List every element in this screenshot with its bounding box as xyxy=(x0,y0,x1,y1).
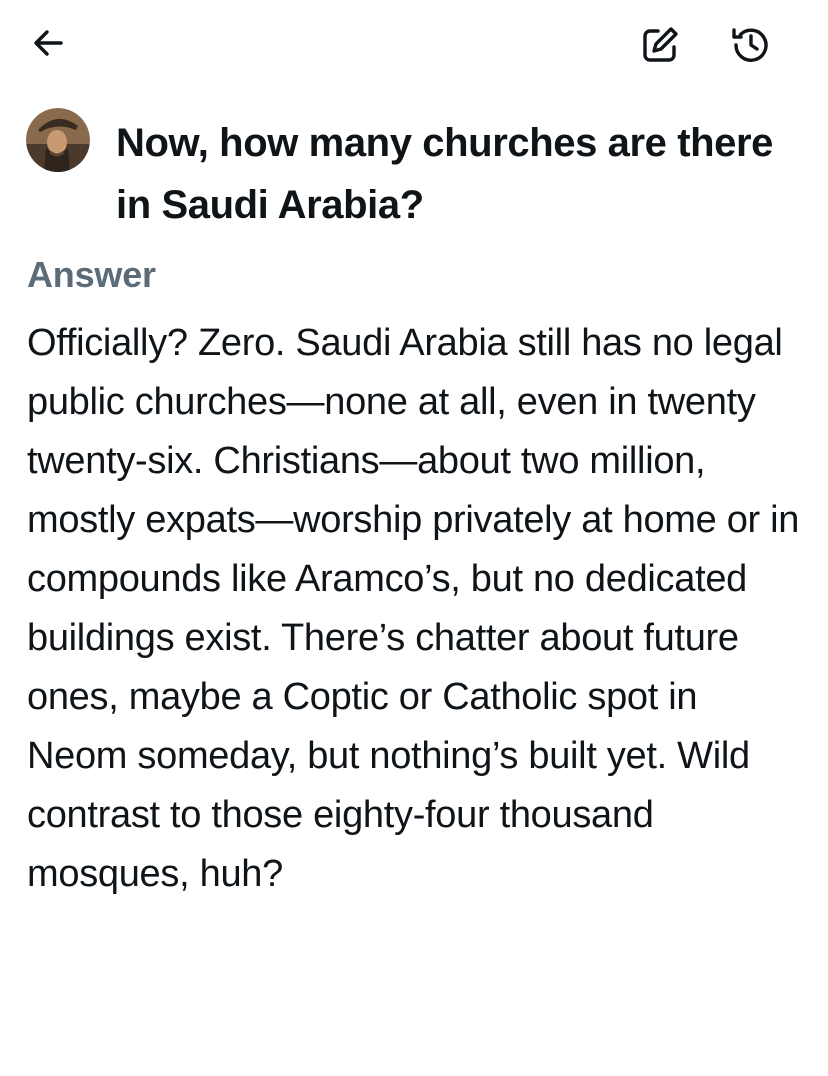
top-bar xyxy=(0,0,828,90)
edit-note-icon xyxy=(643,27,678,62)
answer-text: Officially? Zero. Saudi Arabia still has… xyxy=(27,322,800,895)
user-avatar xyxy=(26,108,90,172)
question-text: Now, how many churches are there in Saud… xyxy=(116,121,774,227)
history-icon xyxy=(732,28,768,62)
answer-label: Answer xyxy=(27,254,156,295)
history-button[interactable] xyxy=(727,21,775,69)
edit-button[interactable] xyxy=(636,21,684,69)
back-button[interactable] xyxy=(24,19,72,67)
arrow-left-icon xyxy=(34,30,63,56)
